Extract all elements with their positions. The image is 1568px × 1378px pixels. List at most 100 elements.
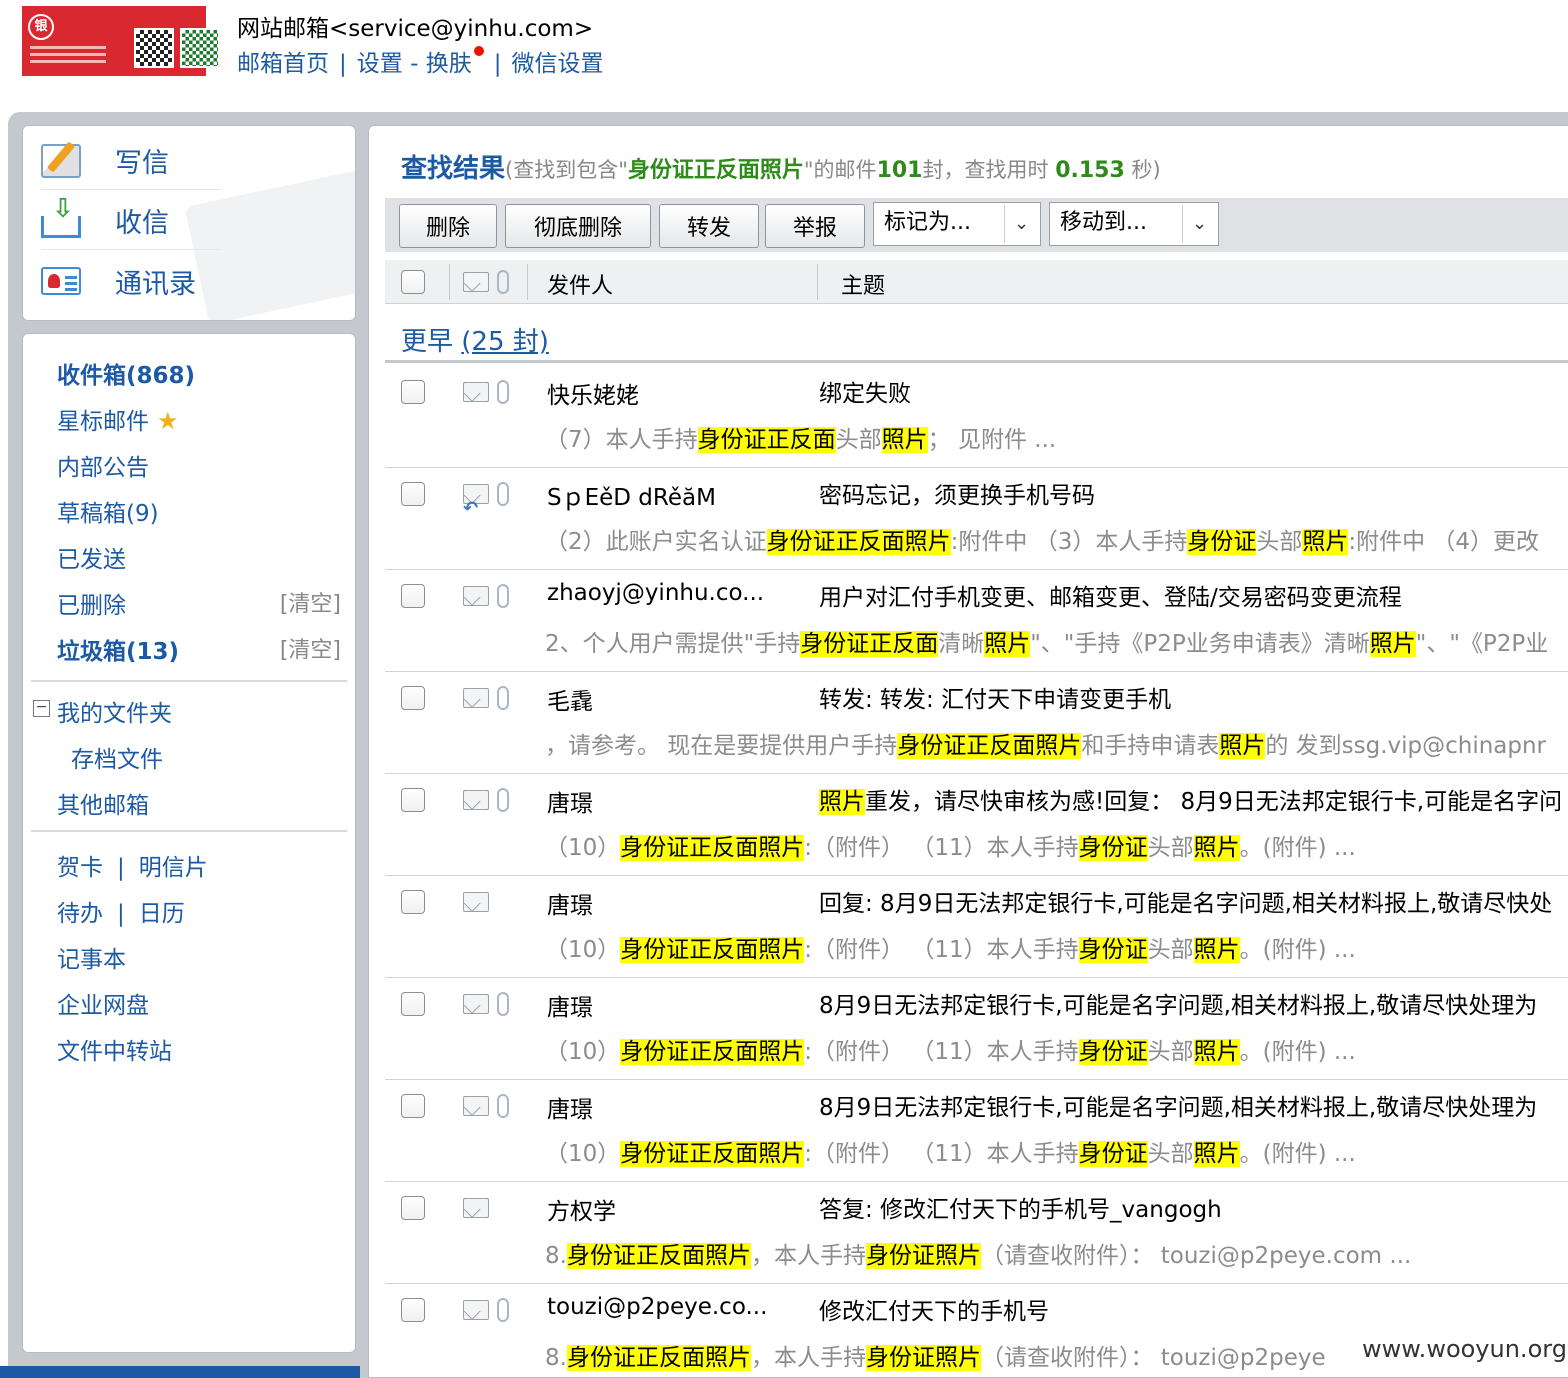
mail-subject[interactable]: 答复: 修改汇付天下的手机号_vangogh — [819, 1190, 1222, 1224]
mail-checkbox[interactable] — [401, 686, 425, 710]
search-time: 0.153 — [1055, 158, 1125, 183]
mail-preview-text: 。(附件) ... — [1239, 937, 1356, 963]
mail-checkbox[interactable] — [401, 584, 425, 608]
mail-checkbox[interactable] — [401, 1196, 425, 1220]
mail-sender[interactable]: 方权学 — [547, 1192, 616, 1226]
mail-subject[interactable]: 照片重发，请尽快审核为感!回复： 8月9日无法邦定银行卡,可能是名字问 — [819, 782, 1562, 816]
move-to-dropdown[interactable]: 移动到... ⌄ — [1049, 202, 1219, 246]
mail-subject[interactable]: 修改汇付天下的手机号 — [819, 1292, 1049, 1326]
postcard-link[interactable]: 明信片 — [139, 855, 208, 881]
mail-preview[interactable]: 8.身份证正反面照片，本人手持身份证照片（请查收附件）： touzi@p2pey… — [545, 1236, 1411, 1270]
greeting-card-link[interactable]: 贺卡 — [57, 855, 103, 881]
mail-subject[interactable]: 8月9日无法邦定银行卡,可能是名字问题,相关材料报上,敬请尽快处理为 — [819, 1088, 1537, 1122]
folder-announcements[interactable]: 内部公告 — [57, 448, 149, 482]
site-logo[interactable]: 银 — [22, 6, 220, 76]
mail-sender[interactable]: 唐璟 — [547, 988, 593, 1022]
other-mailbox[interactable]: 其他邮箱 — [57, 786, 149, 820]
mail-preview-text: 头部 — [1256, 529, 1303, 555]
folder-inbox[interactable]: 收件箱(868) — [57, 356, 195, 390]
mail-preview[interactable]: （10）身份证正反面照片:（附件） （11）本人手持身份证头部照片。(附件) .… — [545, 1032, 1356, 1066]
folder-drafts[interactable]: 草稿箱(9) — [57, 494, 159, 528]
group-header-earlier[interactable]: 更早 (25 封) — [401, 321, 549, 358]
todo-link[interactable]: 待办 — [57, 901, 103, 927]
wechat-settings-link[interactable]: 微信设置 — [511, 51, 603, 77]
mail-preview-text: :（附件） （11）本人手持 — [804, 1039, 1079, 1065]
report-button[interactable]: 举报 — [765, 204, 865, 248]
mail-checkbox[interactable] — [401, 788, 425, 812]
mail-row[interactable]: 唐璟 照片重发，请尽快审核为感!回复： 8月9日无法邦定银行卡,可能是名字问 （10… — [385, 774, 1568, 876]
forward-button[interactable]: 转发 — [659, 204, 759, 248]
folder-deleted[interactable]: 已删除 — [57, 586, 126, 620]
mail-preview[interactable]: 2、个人用户需提供"手持身份证正反面清晰照片"、"手持《P2P业务申请表》清晰照… — [545, 624, 1548, 658]
mail-checkbox[interactable] — [401, 992, 425, 1016]
read-status-column-icon[interactable] — [463, 272, 489, 292]
mail-preview-text: ，本人手持 — [750, 1243, 866, 1269]
mail-row[interactable]: zhaoyj@yinhu.co... 用户对汇付手机变更、邮箱变更、登陆/交易密码… — [385, 570, 1568, 672]
collapse-toggle-icon[interactable]: − — [33, 700, 50, 717]
mail-row[interactable]: 方权学 答复: 修改汇付天下的手机号_vangogh 8.身份证正反面照片，本人手持… — [385, 1182, 1568, 1284]
mark-as-dropdown[interactable]: 标记为... ⌄ — [873, 202, 1041, 246]
mail-checkbox[interactable] — [401, 1298, 425, 1322]
mail-preview[interactable]: （10）身份证正反面照片:（附件） （11）本人手持身份证头部照片。(附件) .… — [545, 930, 1356, 964]
select-all-checkbox[interactable] — [401, 270, 425, 294]
mail-preview[interactable]: （7）本人手持身份证正反面头部照片； 见附件 ... — [545, 420, 1056, 454]
mail-preview[interactable]: 8.身份证正反面照片，本人手持身份证照片（请查收附件）： touzi@p2pey… — [545, 1338, 1326, 1372]
mail-sender[interactable]: 快乐姥姥 — [547, 376, 639, 410]
mail-checkbox[interactable] — [401, 1094, 425, 1118]
mail-sender[interactable]: 唐璟 — [547, 1090, 593, 1124]
mail-preview[interactable]: （10）身份证正反面照片:（附件） （11）本人手持身份证头部照片。(附件) .… — [545, 1134, 1356, 1168]
delete-button[interactable]: 删除 — [399, 204, 497, 248]
mail-row[interactable]: touzi@p2peye.co... 修改汇付天下的手机号 8.身份证正反面照片，本… — [385, 1284, 1568, 1377]
mail-sender[interactable]: touzi@p2peye.co... — [547, 1294, 767, 1320]
mail-row[interactable]: 快乐姥姥 绑定失败 （7）本人手持身份证正反面头部照片； 见附件 ... — [385, 366, 1568, 468]
calendar-link[interactable]: 日历 — [139, 901, 185, 927]
mail-subject[interactable]: 8月9日无法邦定银行卡,可能是名字问题,相关材料报上,敬请尽快处理为 — [819, 986, 1537, 1020]
mailbox-home-link[interactable]: 邮箱首页 — [237, 51, 329, 77]
settings-link[interactable]: 设置 — [357, 51, 403, 77]
folder-spam[interactable]: 垃圾箱(13) — [57, 632, 179, 666]
receive-mail-button[interactable]: 收信 — [41, 192, 221, 250]
attachment-column-icon[interactable] — [497, 270, 509, 294]
mail-sender[interactable]: 唐璟 — [547, 886, 593, 920]
mail-subject[interactable]: 密码忘记，须更换手机号码 — [819, 476, 1095, 510]
clear-deleted-link[interactable]: [清空] — [280, 586, 341, 618]
qr-code-wechat-icon — [180, 28, 220, 68]
mail-preview-text: 8. — [545, 1243, 567, 1269]
mail-subject[interactable]: 转发: 转发: 汇付天下申请变更手机 — [819, 680, 1171, 714]
my-folders[interactable]: 我的文件夹 — [57, 694, 172, 728]
change-skin-link[interactable]: 换肤 — [426, 51, 472, 77]
file-transfer-link[interactable]: 文件中转站 — [57, 1032, 172, 1066]
folder-starred[interactable]: 星标邮件 ★ — [57, 402, 179, 436]
mail-preview[interactable]: （2）此账户实名认证身份证正反面照片:附件中 （3）本人手持身份证头部照片:附件… — [545, 522, 1539, 556]
mail-row[interactable]: 唐璟 8月9日无法邦定银行卡,可能是名字问题,相关材料报上,敬请尽快处理为 （10）… — [385, 978, 1568, 1080]
mail-checkbox[interactable] — [401, 890, 425, 914]
folder-archive[interactable]: 存档文件 — [71, 740, 163, 774]
notepad-link[interactable]: 记事本 — [57, 940, 126, 974]
mail-checkbox[interactable] — [401, 482, 425, 506]
mail-subject[interactable]: 绑定失败 — [819, 374, 911, 408]
mail-sender[interactable]: 唐璟 — [547, 784, 593, 818]
folder-sent[interactable]: 已发送 — [57, 540, 126, 574]
contacts-button[interactable]: 通讯录 — [41, 252, 221, 310]
mail-subject[interactable]: 回复: 8月9日无法邦定银行卡,可能是名字问题,相关材料报上,敬请尽快处 — [819, 884, 1552, 918]
mail-row[interactable]: 毛毳 转发: 转发: 汇付天下申请变更手机 ，请参考。 现在是要提供用户手持身份证正… — [385, 672, 1568, 774]
mail-row[interactable]: 唐璟 回复: 8月9日无法邦定银行卡,可能是名字问题,相关材料报上,敬请尽快处 （1… — [385, 876, 1568, 978]
subject-column-header[interactable]: 主题 — [841, 268, 885, 300]
mail-sender[interactable]: zhaoyj@yinhu.co... — [547, 580, 764, 606]
mail-row[interactable]: 唐璟 8月9日无法邦定银行卡,可能是名字问题,相关材料报上,敬请尽快处理为 （10）… — [385, 1080, 1568, 1182]
mail-sender[interactable]: 毛毳 — [547, 682, 593, 716]
group-count[interactable]: (25 封) — [461, 327, 549, 357]
clear-spam-link[interactable]: [清空] — [280, 632, 341, 664]
mail-preview-text: 的 发到ssg.vip@chinapnr — [1265, 733, 1547, 759]
delete-forever-button[interactable]: 彻底删除 — [505, 204, 651, 248]
mail-subject[interactable]: 用户对汇付手机变更、邮箱变更、登陆/交易密码变更流程 — [819, 578, 1402, 612]
contacts-label: 通讯录 — [115, 268, 196, 300]
compose-button[interactable]: 写信 — [41, 132, 221, 190]
sender-column-header[interactable]: 发件人 — [547, 268, 613, 300]
mail-sender[interactable]: SｐEěD dRěăM — [547, 478, 716, 512]
mail-preview[interactable]: ，请参考。 现在是要提供用户手持身份证正反面照片和手持申请表照片的 发到ssg.… — [545, 726, 1546, 760]
netdisk-link[interactable]: 企业网盘 — [57, 986, 149, 1020]
mail-preview[interactable]: （10）身份证正反面照片:（附件） （11）本人手持身份证头部照片。(附件) .… — [545, 828, 1356, 862]
mail-checkbox[interactable] — [401, 380, 425, 404]
mail-row[interactable]: ↶ SｐEěD dRěăM 密码忘记，须更换手机号码 （2）此账户实名认证身份证正反面… — [385, 468, 1568, 570]
